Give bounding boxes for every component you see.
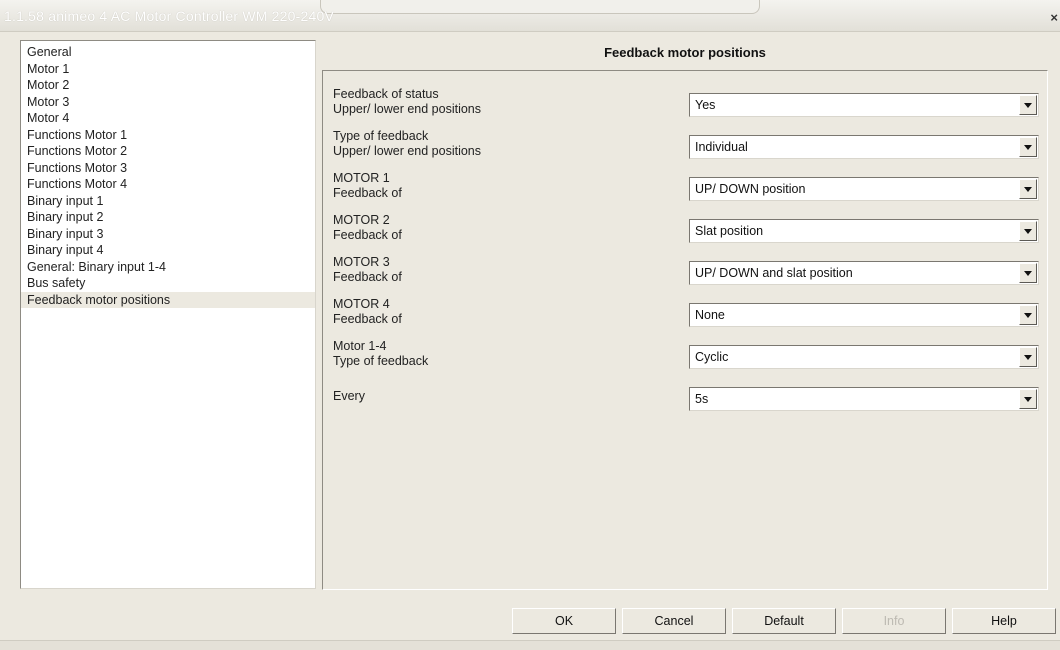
param-label: Feedback of status Upper/ lower end posi… bbox=[333, 87, 673, 117]
feedback-of-status-select[interactable]: Yes bbox=[689, 93, 1039, 117]
param-label-line-2: Feedback of bbox=[333, 228, 402, 242]
chevron-down-icon[interactable] bbox=[1019, 179, 1037, 199]
sidebar-item-general-binary-input-1-4[interactable]: General: Binary input 1-4 bbox=[21, 259, 315, 276]
select-value: Cyclic bbox=[695, 350, 729, 364]
sidebar-item-functions-motor-3[interactable]: Functions Motor 3 bbox=[21, 160, 315, 177]
title-bar-tab bbox=[320, 0, 760, 14]
cancel-button[interactable]: Cancel bbox=[622, 608, 726, 634]
sidebar-item-general[interactable]: General bbox=[21, 44, 315, 61]
param-label-line-2: Upper/ lower end positions bbox=[333, 102, 481, 116]
motor-1-4-type-of-feedback-select[interactable]: Cyclic bbox=[689, 345, 1039, 369]
param-label-line-1: Motor 1-4 bbox=[333, 339, 387, 353]
param-row-motor-1-4-type: Motor 1-4 Type of feedback Cyclic bbox=[333, 339, 1043, 379]
sidebar-item-motor-4[interactable]: Motor 4 bbox=[21, 110, 315, 127]
param-label-line-1: MOTOR 1 bbox=[333, 171, 390, 185]
param-label-line-2: Feedback of bbox=[333, 270, 402, 284]
sidebar-item-functions-motor-1[interactable]: Functions Motor 1 bbox=[21, 127, 315, 144]
param-label-line-2: Type of feedback bbox=[333, 354, 429, 368]
param-label: Every bbox=[333, 389, 673, 404]
chevron-down-icon[interactable] bbox=[1019, 347, 1037, 367]
param-label-line-1: MOTOR 2 bbox=[333, 213, 390, 227]
select-value: None bbox=[695, 308, 725, 322]
parameter-page-list: General Motor 1 Motor 2 Motor 3 Motor 4 … bbox=[20, 40, 316, 589]
chevron-down-icon[interactable] bbox=[1019, 263, 1037, 283]
param-label-line-1: MOTOR 4 bbox=[333, 297, 390, 311]
sidebar-item-functions-motor-4[interactable]: Functions Motor 4 bbox=[21, 176, 315, 193]
chevron-down-icon[interactable] bbox=[1019, 95, 1037, 115]
param-label-line-1: Type of feedback bbox=[333, 129, 429, 143]
motor-3-feedback-select[interactable]: UP/ DOWN and slat position bbox=[689, 261, 1039, 285]
default-button[interactable]: Default bbox=[732, 608, 836, 634]
param-row-feedback-of-status: Feedback of status Upper/ lower end posi… bbox=[333, 87, 1043, 127]
param-label: Motor 1-4 Type of feedback bbox=[333, 339, 673, 369]
sidebar-item-binary-input-3[interactable]: Binary input 3 bbox=[21, 226, 315, 243]
param-label-line-2: Upper/ lower end positions bbox=[333, 144, 481, 158]
select-value: UP/ DOWN and slat position bbox=[695, 266, 853, 280]
ok-button[interactable]: OK bbox=[512, 608, 616, 634]
sidebar-item-motor-3[interactable]: Motor 3 bbox=[21, 94, 315, 111]
param-label-line-1: Every bbox=[333, 389, 365, 403]
param-row-motor-4-feedback: MOTOR 4 Feedback of None bbox=[333, 297, 1043, 337]
motor-4-feedback-select[interactable]: None bbox=[689, 303, 1039, 327]
select-value: UP/ DOWN position bbox=[695, 182, 806, 196]
type-of-feedback-select[interactable]: Individual bbox=[689, 135, 1039, 159]
param-row-type-of-feedback: Type of feedback Upper/ lower end positi… bbox=[333, 129, 1043, 169]
param-label-line-2: Feedback of bbox=[333, 186, 402, 200]
param-label-line-1: MOTOR 3 bbox=[333, 255, 390, 269]
chevron-down-icon[interactable] bbox=[1019, 305, 1037, 325]
select-value: Slat position bbox=[695, 224, 764, 238]
param-row-every: Every 5s bbox=[333, 381, 1043, 421]
select-value: Yes bbox=[695, 98, 716, 112]
sidebar-item-binary-input-2[interactable]: Binary input 2 bbox=[21, 209, 315, 226]
sidebar-item-feedback-motor-positions[interactable]: Feedback motor positions bbox=[21, 291, 315, 308]
param-row-motor-1-feedback: MOTOR 1 Feedback of UP/ DOWN position bbox=[333, 171, 1043, 211]
param-row-motor-2-feedback: MOTOR 2 Feedback of Slat position bbox=[333, 213, 1043, 253]
param-label: MOTOR 4 Feedback of bbox=[333, 297, 673, 327]
sidebar-item-motor-1[interactable]: Motor 1 bbox=[21, 61, 315, 78]
title-bar: 1.1.58 animeo 4 AC Motor Controller WM 2… bbox=[0, 0, 1060, 32]
close-icon[interactable]: × bbox=[1050, 10, 1058, 25]
motor-2-feedback-select[interactable]: Slat position bbox=[689, 219, 1039, 243]
chevron-down-icon[interactable] bbox=[1019, 137, 1037, 157]
sidebar-item-binary-input-4[interactable]: Binary input 4 bbox=[21, 242, 315, 259]
param-label: MOTOR 2 Feedback of bbox=[333, 213, 673, 243]
param-label: Type of feedback Upper/ lower end positi… bbox=[333, 129, 673, 159]
help-button[interactable]: Help bbox=[952, 608, 1056, 634]
param-row-motor-3-feedback: MOTOR 3 Feedback of UP/ DOWN and slat po… bbox=[333, 255, 1043, 295]
page-title: Feedback motor positions bbox=[604, 45, 766, 60]
param-label: MOTOR 1 Feedback of bbox=[333, 171, 673, 201]
sidebar-item-functions-motor-2[interactable]: Functions Motor 2 bbox=[21, 143, 315, 160]
param-label: MOTOR 3 Feedback of bbox=[333, 255, 673, 285]
info-button: Info bbox=[842, 608, 946, 634]
sidebar-item-binary-input-1[interactable]: Binary input 1 bbox=[21, 193, 315, 210]
select-value: 5s bbox=[695, 392, 709, 406]
motor-1-feedback-select[interactable]: UP/ DOWN position bbox=[689, 177, 1039, 201]
chevron-down-icon[interactable] bbox=[1019, 389, 1037, 409]
window-title: 1.1.58 animeo 4 AC Motor Controller WM 2… bbox=[4, 8, 334, 24]
select-value: Individual bbox=[695, 140, 748, 154]
sidebar-item-motor-2[interactable]: Motor 2 bbox=[21, 77, 315, 94]
parameter-panel: Feedback of status Upper/ lower end posi… bbox=[322, 70, 1048, 590]
every-interval-select[interactable]: 5s bbox=[689, 387, 1039, 411]
param-label-line-1: Feedback of status bbox=[333, 87, 439, 101]
chevron-down-icon[interactable] bbox=[1019, 221, 1037, 241]
sidebar-item-bus-safety[interactable]: Bus safety bbox=[21, 275, 315, 292]
param-label-line-2: Feedback of bbox=[333, 312, 402, 326]
bottom-divider bbox=[0, 640, 1060, 650]
